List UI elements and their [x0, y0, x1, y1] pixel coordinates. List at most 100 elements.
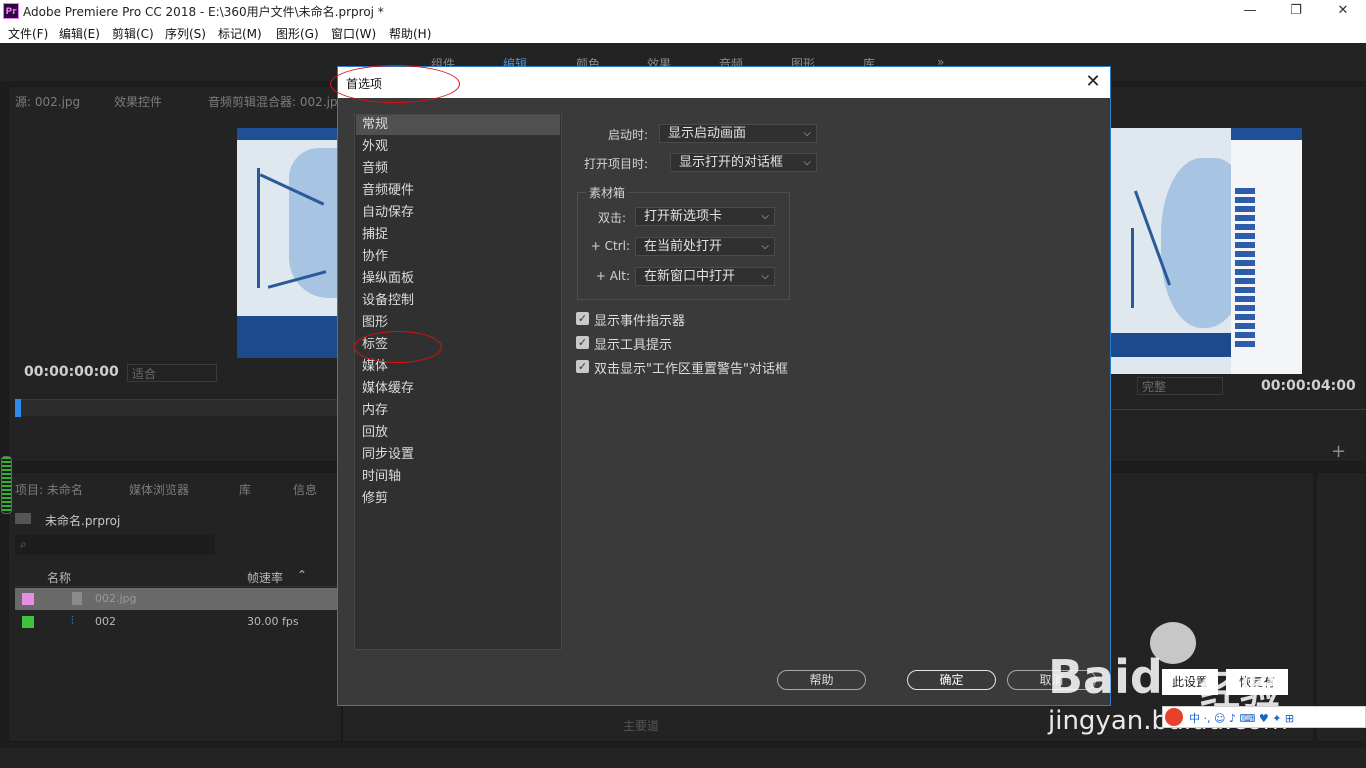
- chevron-down-icon: ⌵: [761, 211, 769, 222]
- label-color-swatch[interactable]: [22, 616, 34, 628]
- source-time-ruler[interactable]: [17, 399, 343, 416]
- bins-group-title: 素材箱: [586, 184, 629, 201]
- annotation-oval: [354, 331, 442, 363]
- menu-marker[interactable]: 标记(M): [218, 25, 262, 42]
- startup-dropdown[interactable]: 显示启动画面 ⌵: [659, 124, 817, 143]
- dialog-close-button[interactable]: ✕: [1082, 71, 1104, 93]
- workspace-reset-warning-checkbox[interactable]: ✓: [576, 360, 589, 373]
- category-trim[interactable]: 修剪: [356, 489, 560, 509]
- sequence-icon: ⫶: [71, 614, 74, 627]
- double-click-label: 双击:: [597, 211, 626, 225]
- chevron-down-icon: ⌵: [803, 128, 811, 139]
- status-bar: [0, 748, 1366, 768]
- tools-panel: [1316, 472, 1366, 742]
- category-appearance[interactable]: 外观: [356, 137, 560, 157]
- add-button-icon[interactable]: +: [1331, 441, 1346, 462]
- tab-info[interactable]: 信息: [293, 481, 317, 498]
- source-timecode[interactable]: 00:00:00:00: [24, 364, 119, 380]
- sort-ascending-icon[interactable]: ⌃: [297, 568, 307, 582]
- premiere-app-icon: Pr: [3, 3, 19, 19]
- category-control-surface[interactable]: 操纵面板: [356, 269, 560, 289]
- startup-label: 启动时:: [607, 128, 648, 142]
- title-bar: Pr Adobe Premiere Pro CC 2018 - E:\360用户…: [0, 0, 1366, 22]
- category-list: 常规 外观 音频 音频硬件 自动保存 捕捉 协作 操纵面板 设备控制 图形 标签…: [354, 114, 562, 650]
- chevron-down-icon: ⌵: [761, 271, 769, 282]
- category-graphics[interactable]: 图形: [356, 313, 560, 333]
- ime-toolbar[interactable]: 中 ·, ☺ ♪ ⌨ ♥ ✦ ⊞: [1162, 706, 1366, 728]
- source-monitor-panel: 源: 002.jpg 效果控件 音频剪辑混合器: 002.jp 00:00:00…: [8, 86, 343, 462]
- maximize-button[interactable]: ❐: [1273, 0, 1319, 22]
- label-color-swatch[interactable]: [22, 593, 34, 605]
- menu-clip[interactable]: 剪辑(C): [112, 25, 154, 42]
- project-search-input[interactable]: ⌕: [15, 535, 215, 555]
- preferences-dialog: 首选项 ✕ 常规 外观 音频 音频硬件 自动保存 捕捉 协作 操纵面板 设备控制…: [330, 65, 1111, 706]
- menu-sequence[interactable]: 序列(S): [165, 25, 206, 42]
- show-event-indicators-checkbox[interactable]: ✓: [576, 312, 589, 325]
- category-device-control[interactable]: 设备控制: [356, 291, 560, 311]
- close-window-button[interactable]: ✕: [1320, 0, 1366, 22]
- show-event-indicators-label[interactable]: 显示事件指示器: [594, 310, 685, 329]
- project-item-row[interactable]: 002.jpg: [15, 588, 337, 610]
- column-frame-rate-header[interactable]: 帧速率: [247, 569, 283, 586]
- project-list-header: 名称 帧速率 ⌃: [15, 568, 337, 587]
- alt-dropdown[interactable]: 在新窗口中打开 ⌵: [635, 267, 775, 286]
- annotation-oval: [330, 65, 460, 103]
- category-playback[interactable]: 回放: [356, 423, 560, 443]
- alt-dropdown-value: 在新窗口中打开: [644, 269, 736, 284]
- ctrl-dropdown[interactable]: 在当前处打开 ⌵: [635, 237, 775, 256]
- ime-toolbar-icons[interactable]: 中 ·, ☺ ♪ ⌨ ♥ ✦ ⊞: [1189, 710, 1294, 726]
- sogou-ime-icon[interactable]: [1165, 708, 1183, 726]
- minimize-button[interactable]: —: [1227, 0, 1273, 22]
- tab-project[interactable]: 项目: 未命名: [15, 481, 83, 498]
- help-button[interactable]: 帮助: [777, 670, 866, 690]
- menu-edit[interactable]: 编辑(E): [59, 25, 100, 42]
- timeline-tab[interactable]: 主要道: [623, 717, 659, 734]
- source-playhead[interactable]: [15, 399, 21, 417]
- category-sync-settings[interactable]: 同步设置: [356, 445, 560, 465]
- category-auto-save[interactable]: 自动保存: [356, 203, 560, 223]
- tab-audio-clip-mixer[interactable]: 音频剪辑混合器: 002.jp: [208, 93, 338, 110]
- category-audio[interactable]: 音频: [356, 159, 560, 179]
- source-map-image: [237, 128, 343, 358]
- category-memory[interactable]: 内存: [356, 401, 560, 421]
- ctrl-dropdown-value: 在当前处打开: [644, 239, 723, 254]
- show-tooltips-checkbox[interactable]: ✓: [576, 336, 589, 349]
- category-timeline[interactable]: 时间轴: [356, 467, 560, 487]
- project-item-row[interactable]: ⫶ 002 30.00 fps: [15, 611, 337, 633]
- program-quality-dropdown[interactable]: 完整: [1137, 377, 1223, 395]
- menu-bar: 文件(F) 编辑(E) 剪辑(C) 序列(S) 标记(M) 图形(G) 窗口(W…: [0, 22, 1366, 43]
- menu-window[interactable]: 窗口(W): [331, 25, 376, 42]
- tab-source[interactable]: 源: 002.jpg: [15, 93, 80, 110]
- workspace-reset-warning-label[interactable]: 双击显示"工作区重置警告"对话框: [594, 358, 788, 377]
- menu-file[interactable]: 文件(F): [8, 25, 48, 42]
- category-audio-hardware[interactable]: 音频硬件: [356, 181, 560, 201]
- tab-effect-controls[interactable]: 效果控件: [114, 93, 162, 110]
- open-project-dropdown-value: 显示打开的对话框: [679, 155, 784, 170]
- source-fit-dropdown[interactable]: 适合: [127, 364, 217, 382]
- audio-meter: [1, 456, 12, 514]
- tab-libraries[interactable]: 库: [239, 481, 251, 498]
- open-project-label: 打开项目时:: [583, 157, 648, 171]
- menu-graphics[interactable]: 图形(G): [276, 25, 319, 42]
- chevron-down-icon: ⌵: [803, 157, 811, 168]
- open-project-dropdown[interactable]: 显示打开的对话框 ⌵: [670, 153, 817, 172]
- category-collaboration[interactable]: 协作: [356, 247, 560, 267]
- column-name-header[interactable]: 名称: [47, 569, 71, 586]
- category-capture[interactable]: 捕捉: [356, 225, 560, 245]
- startup-dropdown-value: 显示启动画面: [668, 126, 747, 141]
- item-name: 002.jpg: [95, 592, 137, 605]
- baidu-paw-icon: [1150, 622, 1196, 664]
- bins-group: 素材箱 双击: 打开新选项卡 ⌵ + Ctrl: 在当前处打开 ⌵ + Alt:…: [577, 184, 790, 300]
- category-general[interactable]: 常规: [356, 115, 560, 135]
- program-timecode[interactable]: 00:00:04:00: [1261, 378, 1356, 394]
- double-click-dropdown[interactable]: 打开新选项卡 ⌵: [635, 207, 775, 226]
- ok-button[interactable]: 确定: [907, 670, 996, 690]
- image-file-icon: [72, 592, 82, 605]
- tab-media-browser[interactable]: 媒体浏览器: [129, 481, 189, 498]
- program-time-ruler[interactable]: [1111, 409, 1366, 422]
- folder-icon: [15, 513, 31, 524]
- menu-help[interactable]: 帮助(H): [389, 25, 431, 42]
- search-icon: ⌕: [20, 537, 27, 551]
- show-tooltips-label[interactable]: 显示工具提示: [594, 334, 672, 353]
- category-media-cache[interactable]: 媒体缓存: [356, 379, 560, 399]
